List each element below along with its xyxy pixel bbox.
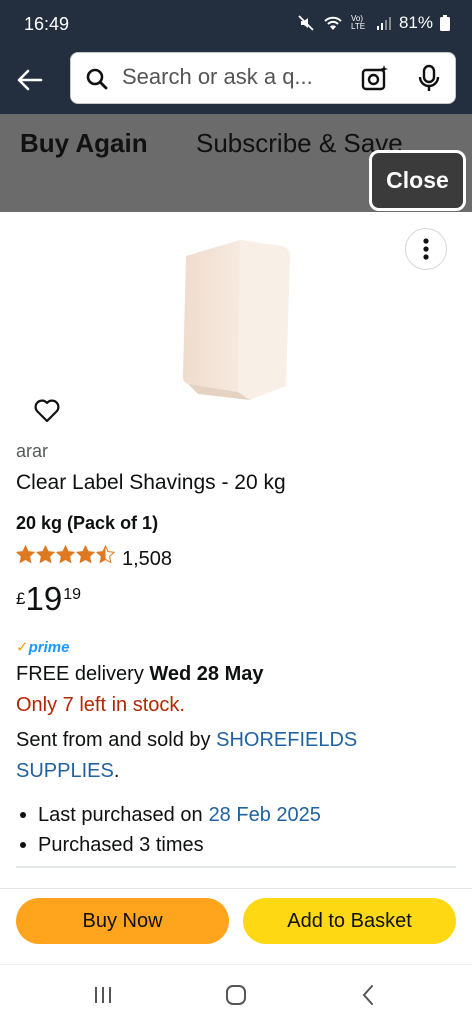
delivery-date: Wed 28 May	[149, 663, 264, 685]
tab-buy-again: Buy Again	[20, 128, 148, 158]
price-whole: 19	[25, 580, 63, 617]
signal-icon	[376, 15, 392, 31]
rating-stars[interactable]	[16, 545, 116, 564]
recent-apps-button[interactable]	[89, 981, 117, 1009]
status-bar: 16:49 Vo) LTE 81%	[0, 0, 472, 52]
search-icon	[86, 68, 108, 90]
rating-count[interactable]: 1,508	[122, 548, 172, 571]
app-header: Search or ask a q...	[0, 52, 472, 114]
bullet	[20, 812, 26, 818]
product-variant: 20 kg (Pack of 1)	[16, 513, 159, 533]
status-icons: Vo) LTE 81%	[297, 13, 450, 33]
wishlist-heart-icon[interactable]	[33, 397, 61, 425]
more-options-button[interactable]	[405, 228, 447, 270]
purchased-times-row: Purchased 3 times	[20, 830, 321, 860]
status-time: 16:49	[24, 14, 70, 34]
price-currency: £	[16, 589, 26, 608]
product-image[interactable]	[178, 234, 298, 404]
add-to-basket-button[interactable]: Add to Basket	[243, 898, 456, 944]
recent-apps-icon	[95, 987, 111, 1003]
star-icon	[76, 545, 95, 564]
camera-search-icon[interactable]	[360, 63, 390, 93]
more-vertical-icon	[423, 238, 429, 260]
chevron-left-icon	[362, 985, 373, 1005]
system-back-button[interactable]	[354, 981, 382, 1009]
product-brand: arar	[16, 441, 49, 461]
star-icon	[16, 545, 35, 564]
battery-percent: 81%	[398, 13, 433, 32]
prime-check-icon: ✓	[16, 639, 29, 656]
mute-icon	[297, 14, 315, 32]
star-icon	[36, 545, 55, 564]
system-nav-bar	[0, 964, 472, 1024]
delivery-info: FREE delivery Wed 28 May	[16, 663, 264, 686]
last-purchased-date-link[interactable]: 28 Feb 2025	[209, 804, 321, 827]
star-icon	[56, 545, 75, 564]
seller-suffix: .	[113, 760, 120, 782]
search-input[interactable]: Search or ask a q...	[70, 52, 456, 104]
stock-status: Only 7 left in stock.	[16, 694, 185, 716]
prime-badge: ✓prime	[16, 638, 69, 656]
seller-prefix: Sent from and sold by	[16, 729, 211, 751]
bullet	[20, 842, 26, 848]
prime-label: prime	[28, 639, 70, 656]
volte-icon: Vo) LTE	[350, 14, 366, 31]
close-button[interactable]: Close	[369, 150, 466, 211]
divider	[16, 866, 456, 868]
product-sheet: arar Clear Label Shavings - 20 kg 20 kg …	[0, 212, 472, 888]
seller-info: Sent from and sold by SHOREFIELDS SUPPLI…	[16, 725, 456, 787]
back-arrow-icon	[17, 69, 43, 91]
buy-now-button[interactable]: Buy Now	[16, 898, 229, 944]
price-fraction: 19	[63, 586, 81, 603]
search-placeholder: Search or ask a q...	[122, 64, 313, 89]
product-title[interactable]: Clear Label Shavings - 20 kg	[16, 471, 286, 495]
microphone-icon[interactable]	[417, 64, 441, 94]
back-button[interactable]	[12, 62, 48, 98]
delivery-prefix: FREE delivery	[16, 663, 144, 685]
purchase-history: Last purchased on 28 Feb 2025 Purchased …	[20, 800, 321, 860]
price: £ 19 19	[16, 580, 81, 618]
home-icon	[226, 985, 246, 1005]
home-button[interactable]	[222, 981, 250, 1009]
action-bar: Buy Now Add to Basket	[0, 888, 472, 964]
purchased-times: Purchased 3 times	[38, 833, 204, 856]
last-purchased-row: Last purchased on 28 Feb 2025	[20, 800, 321, 830]
wifi-icon	[322, 14, 344, 32]
battery-icon	[440, 15, 450, 31]
star-icon	[96, 545, 115, 564]
last-purchased-label: Last purchased on	[38, 803, 203, 826]
